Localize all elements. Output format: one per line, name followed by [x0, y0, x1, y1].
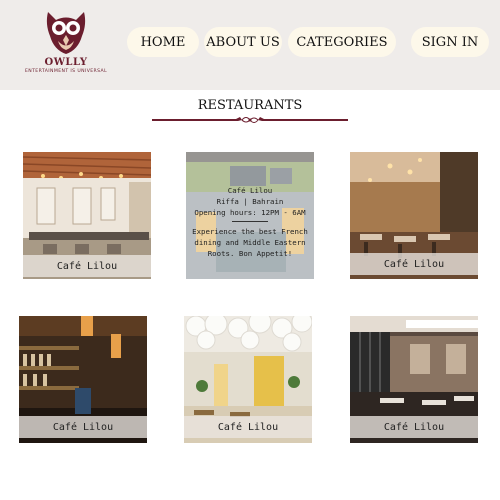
card-caption: Café Lilou	[184, 416, 312, 438]
restaurant-card[interactable]: Café Lilou	[184, 316, 312, 443]
overlay-separator	[232, 221, 268, 222]
restaurant-card[interactable]: Café Lilou	[23, 152, 151, 279]
nav-about-button[interactable]: ABOUT US	[204, 27, 282, 57]
brand-tagline: ENTERTAINMENT IS UNIVERSAL	[24, 69, 108, 74]
ornament-divider	[152, 117, 348, 123]
card-caption: Café Lilou	[19, 416, 147, 438]
overlay-description-2: dining and Middle Eastern	[194, 238, 306, 247]
restaurant-card[interactable]: Café Lilou	[350, 316, 478, 443]
brand-name: OWLLY	[44, 57, 88, 68]
nav-home-button[interactable]: HOME	[127, 27, 199, 57]
restaurant-card[interactable]: Café Lilou	[350, 152, 478, 279]
card-info-overlay: Café Lilou Riffa | Bahrain Opening hours…	[186, 152, 314, 279]
nav-categories-button[interactable]: CATEGORIES	[288, 27, 396, 57]
overlay-description-3: Roots. Bon Appetit!	[207, 249, 293, 258]
card-caption: Café Lilou	[350, 253, 478, 275]
restaurant-card[interactable]: Café Lilou Riffa | Bahrain Opening hours…	[186, 152, 314, 279]
overlay-name: Café Lilou	[227, 186, 273, 195]
brand-logo[interactable]: OWLLY ENTERTAINMENT IS UNIVERSAL	[14, 8, 118, 80]
overlay-hours: Opening hours: 12PM - 6AM	[194, 208, 306, 217]
restaurant-card[interactable]: Café Lilou	[19, 316, 147, 443]
overlay-description-1: Experience the best French	[192, 227, 308, 236]
site-header: OWLLY ENTERTAINMENT IS UNIVERSAL HOME AB…	[0, 0, 500, 90]
overlay-location: Riffa | Bahrain	[216, 197, 284, 206]
section-title: RESTAURANTS	[197, 98, 303, 113]
nav-signin-button[interactable]: SIGN IN	[411, 27, 489, 57]
card-caption: Café Lilou	[23, 255, 151, 277]
owl-logo-icon	[46, 12, 86, 54]
card-caption: Café Lilou	[350, 416, 478, 438]
